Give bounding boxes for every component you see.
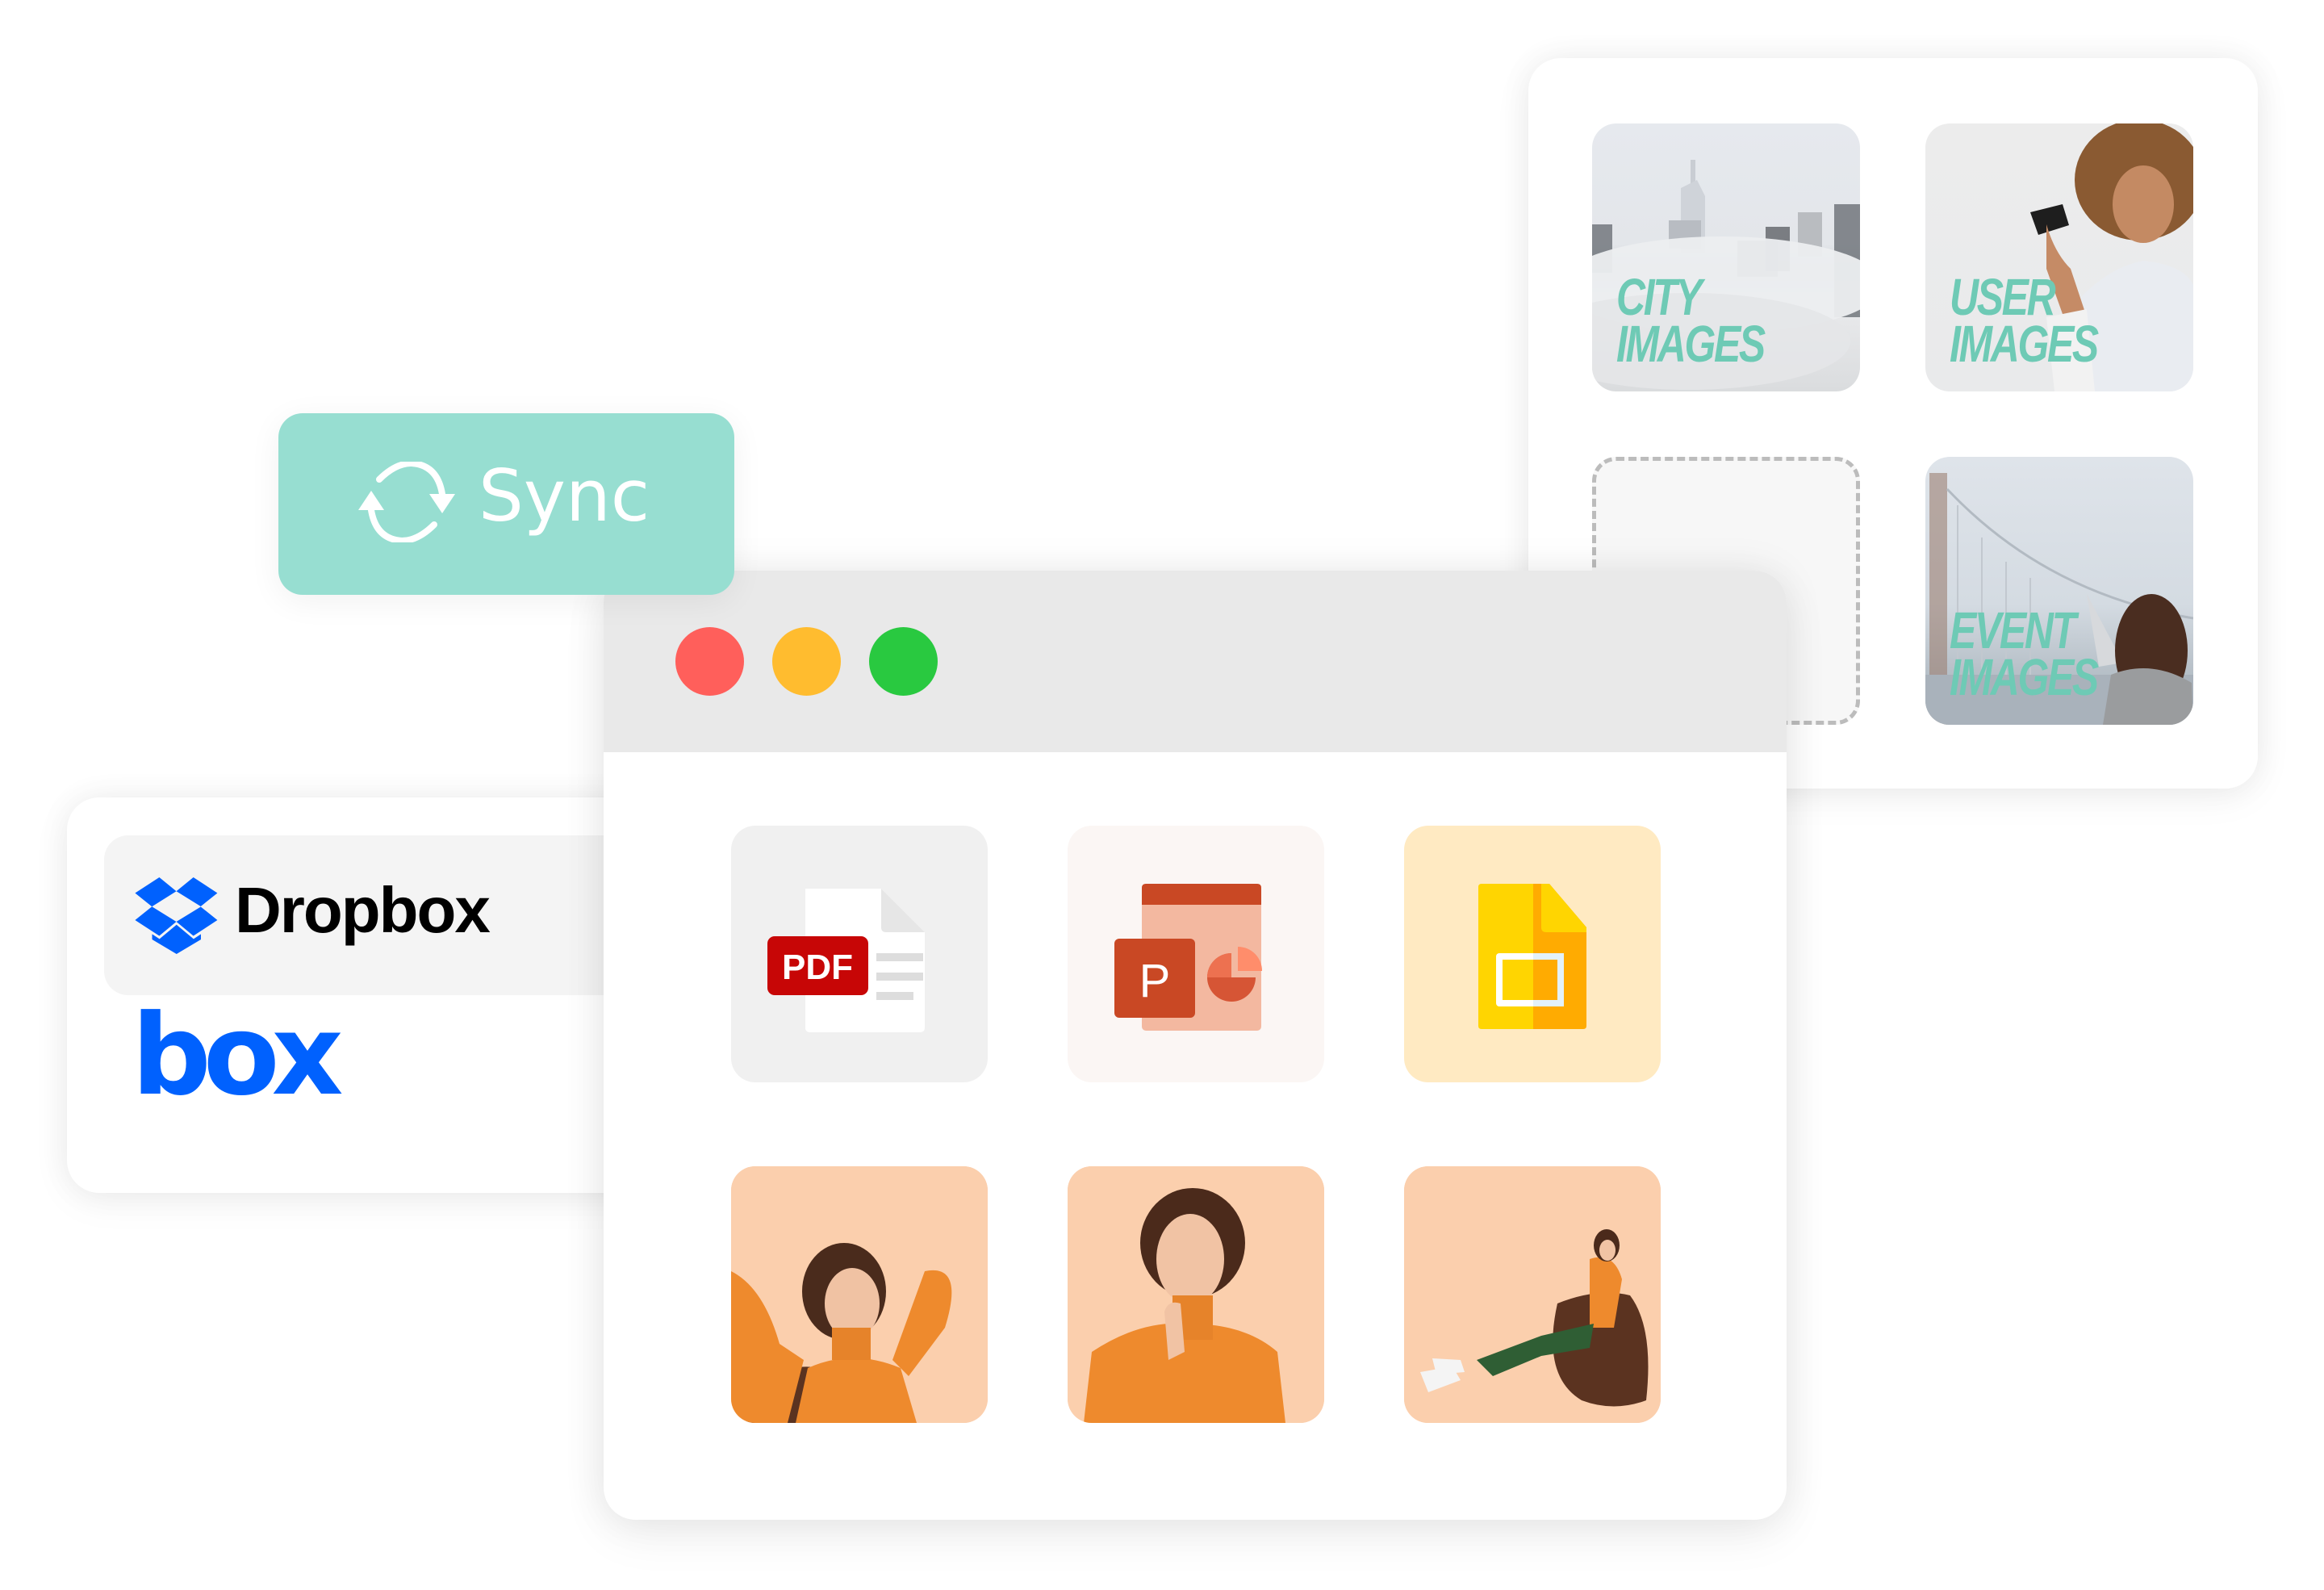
folder-label-line2: Images [1950, 648, 2099, 706]
folder-label: User Images [1950, 268, 2099, 373]
box-logo-icon: box [132, 990, 344, 1120]
folder-label: City Images [1616, 268, 1766, 373]
folder-event-images[interactable]: Event Images [1925, 457, 2193, 725]
file-tile-google-slides[interactable] [1404, 826, 1661, 1082]
maximize-window-button[interactable] [869, 627, 938, 696]
pdf-file-icon: PDF [767, 889, 925, 1032]
photo-woman-beanbag-icon [1404, 1166, 1661, 1423]
cloud-provider-panel: Dropbox box [67, 797, 680, 1193]
window-titlebar [604, 571, 1787, 752]
folder-label-line1: User [1950, 268, 2056, 326]
google-slides-file-icon [1478, 884, 1586, 1029]
folder-label-line2: Images [1950, 315, 2099, 373]
folder-user-images[interactable]: User Images [1925, 123, 2193, 391]
folder-city-images[interactable]: City Images [1592, 123, 1860, 391]
provider-dropbox[interactable]: Dropbox [104, 835, 669, 995]
close-window-button[interactable] [675, 627, 744, 696]
folder-label-line1: Event [1950, 601, 2076, 659]
photo-woman-relaxing-icon [731, 1166, 988, 1423]
dropbox-label: Dropbox [235, 874, 491, 946]
file-tile-photo[interactable] [731, 1166, 988, 1423]
sync-button[interactable]: Sync [278, 413, 734, 595]
folder-label: Event Images [1950, 601, 2099, 706]
folder-label-line1: City [1616, 268, 1703, 326]
file-tile-pdf[interactable]: PDF [731, 826, 988, 1082]
photo-woman-thinking-icon [1068, 1166, 1324, 1423]
folder-label-line2: Images [1616, 315, 1766, 373]
file-browser-window: PDF P [604, 571, 1787, 1520]
file-tile-photo[interactable] [1068, 1166, 1324, 1423]
provider-box[interactable]: box [104, 990, 669, 1155]
file-tile-powerpoint[interactable]: P [1068, 826, 1324, 1082]
sync-button-label: Sync [479, 454, 650, 538]
dropbox-logo-icon [135, 877, 218, 955]
sync-icon [358, 462, 455, 542]
pdf-badge-label: PDF [782, 948, 853, 987]
ppt-badge-label: P [1139, 955, 1171, 1007]
powerpoint-file-icon: P [1114, 884, 1262, 1031]
minimize-window-button[interactable] [772, 627, 841, 696]
file-tile-photo[interactable] [1404, 1166, 1661, 1423]
